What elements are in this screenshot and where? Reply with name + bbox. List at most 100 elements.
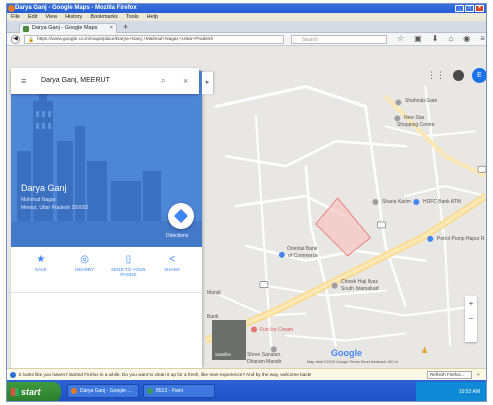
map-label-chowk-1: Chowk Haji Ilyas: [341, 279, 378, 285]
satellite-toggle[interactable]: Satellite: [212, 320, 246, 360]
menu-history[interactable]: History: [65, 13, 82, 21]
zoom-in-button[interactable]: +: [465, 296, 477, 311]
tab-close-icon[interactable]: ×: [110, 24, 113, 33]
nearby-icon: ◎: [80, 254, 89, 265]
share-icon: <: [169, 254, 176, 265]
start-label: start: [21, 387, 41, 397]
notification-bar: It looks like you haven't started Firefo…: [7, 368, 486, 380]
close-icon[interactable]: ×: [183, 68, 188, 94]
hdfc-atm-marker[interactable]: [413, 199, 420, 206]
petrol-pump-marker[interactable]: [427, 235, 434, 242]
place-title: Darya Ganj: [21, 183, 67, 193]
map-label-hdfc: HDFC Bank ATM: [423, 199, 461, 205]
google-logo: Google: [331, 348, 362, 358]
map-label-mandi: Mandi: [207, 290, 221, 296]
avatar[interactable]: E: [472, 68, 486, 83]
firefox-window: Darya Ganj - Google Maps - Mozilla Firef…: [6, 3, 487, 402]
map-label-oriental-1: Oriental Bank: [287, 246, 318, 252]
new-tab-button[interactable]: +: [123, 22, 128, 32]
url-bar[interactable]: 🔒 https://www.google.co.in/maps/place/Da…: [24, 35, 284, 44]
clock[interactable]: 10:52 AM: [459, 389, 480, 395]
place-hero: Darya Ganj Mahmud Nagar Meerut, Uttar Pr…: [11, 71, 202, 247]
taskbar-item-label: Darya Ganj - Google ...: [80, 388, 132, 394]
directions-label: Directions: [166, 233, 189, 239]
maps-search-box[interactable]: ≡ Darya Ganj, MEERUT ⌕ ×: [11, 68, 199, 94]
send-to-phone-label: SEND TO YOUR PHONE: [111, 267, 146, 277]
map-label-shopping-centre: Shopping Centre: [397, 122, 435, 128]
map-top-controls: ⋮⋮ E: [427, 68, 486, 83]
taskbar-item-firefox[interactable]: Darya Ganj - Google ...: [67, 384, 139, 398]
refresh-firefox-button[interactable]: Refresh Firefox...: [427, 371, 472, 379]
place-address-line-1: Mahmud Nagar: [21, 197, 56, 203]
home-icon[interactable]: ⌂: [448, 34, 453, 43]
menu-view[interactable]: View: [45, 13, 57, 21]
place-panel: Darya Ganj Mahmud Nagar Meerut, Uttar Pr…: [11, 71, 202, 368]
close-window-button[interactable]: ×: [475, 5, 484, 12]
notification-close-icon[interactable]: ×: [477, 369, 480, 380]
title-bar[interactable]: Darya Ganj - Google Maps - Mozilla Firef…: [7, 4, 486, 13]
save-button[interactable]: ★ SAVE: [23, 253, 59, 292]
toolbar-icons: ☆ ▣ ⬇ ⌂ ◉ ≡: [397, 34, 485, 43]
nearby-button[interactable]: ◎ NEARBY: [67, 253, 103, 292]
menu-bookmarks[interactable]: Bookmarks: [90, 13, 118, 21]
paint-icon: [147, 388, 153, 394]
route-shield-3: [259, 281, 269, 288]
tab-google-maps[interactable]: Darya Ganj - Google Maps ×: [19, 23, 117, 33]
window-controls: _ □ ×: [455, 5, 484, 12]
directions-button[interactable]: [168, 203, 194, 229]
zoom-out-button[interactable]: −: [465, 311, 477, 326]
map-label-petrol: Petrol Pump Hapur R: [437, 236, 485, 242]
menu-file[interactable]: File: [11, 13, 20, 21]
chowk-haji-marker[interactable]: [331, 282, 338, 289]
reading-list-icon[interactable]: ▣: [414, 34, 422, 43]
map-label-new-star: New Star: [404, 115, 425, 121]
satellite-label: Satellite: [215, 352, 232, 357]
place-actions: ★ SAVE ◎ NEARBY ▯ SEND TO YOUR PHONE < S…: [11, 253, 202, 293]
shahnab-gate-marker[interactable]: [395, 99, 402, 106]
nearby-label: NEARBY: [75, 267, 95, 272]
minimize-button[interactable]: _: [455, 5, 464, 12]
windows-taskbar: start Darya Ganj - Google ... 8513 - Pai…: [7, 380, 486, 401]
firefox-icon: [8, 5, 15, 12]
bookmark-star-icon[interactable]: ☆: [397, 34, 404, 43]
fun-ice-cream-marker[interactable]: [250, 326, 257, 333]
phone-icon: ▯: [125, 254, 132, 265]
tab-bar: Darya Ganj - Google Maps × +: [7, 21, 486, 33]
menu-help[interactable]: Help: [147, 13, 158, 21]
menu-edit[interactable]: Edit: [28, 13, 37, 21]
map-label-shree-1: Shree Sanatan: [247, 352, 281, 358]
back-button[interactable]: ◀: [11, 35, 20, 44]
sharia-karim-marker[interactable]: [372, 199, 379, 206]
notifications-icon[interactable]: [453, 70, 464, 81]
firefox-icon: [71, 388, 77, 394]
route-shield-2: [477, 165, 486, 173]
new-star-marker[interactable]: [394, 115, 401, 122]
map-label-fun-ice-cream: Fun Ice Cream: [260, 327, 294, 333]
collapse-panel-button[interactable]: ▸: [202, 72, 213, 94]
menu-icon[interactable]: ≡: [480, 34, 485, 43]
maps-search-value: Darya Ganj, MEERUT: [41, 77, 110, 84]
apps-grid-icon[interactable]: ⋮⋮: [427, 70, 445, 81]
place-address-line-2: Meerut, Uttar Pradesh 250002: [21, 205, 89, 211]
taskbar-item-paint[interactable]: 8513 - Paint: [143, 384, 215, 398]
menu-tools[interactable]: Tools: [126, 13, 139, 21]
tab-title: Darya Ganj - Google Maps: [32, 25, 98, 31]
window-title: Darya Ganj - Google Maps - Mozilla Firef…: [15, 5, 137, 11]
menu-bar: File Edit View History Bookmarks Tools H…: [7, 13, 486, 21]
downloads-icon[interactable]: ⬇: [432, 34, 439, 43]
hamburger-menu-icon[interactable]: ≡: [21, 68, 26, 94]
oriental-bank-marker[interactable]: [278, 251, 285, 258]
share-button[interactable]: < SHARE: [154, 253, 190, 292]
system-tray: 10:52 AM: [416, 382, 486, 401]
search-icon[interactable]: ⌕: [161, 68, 165, 94]
windows-logo-icon: [11, 388, 19, 396]
pocket-icon[interactable]: ◉: [463, 34, 470, 43]
search-placeholder: Search: [302, 37, 318, 43]
map-label-chowk-2: South Islamabad: [341, 286, 379, 292]
maximize-button[interactable]: □: [465, 5, 474, 12]
start-button[interactable]: start: [7, 382, 61, 401]
pegman-icon[interactable]: ♟: [421, 346, 428, 355]
search-bar[interactable]: Search: [291, 35, 387, 44]
navigation-bar: ◀ 🔒 https://www.google.co.in/maps/place/…: [7, 33, 486, 46]
send-to-phone-button[interactable]: ▯ SEND TO YOUR PHONE: [110, 253, 146, 292]
